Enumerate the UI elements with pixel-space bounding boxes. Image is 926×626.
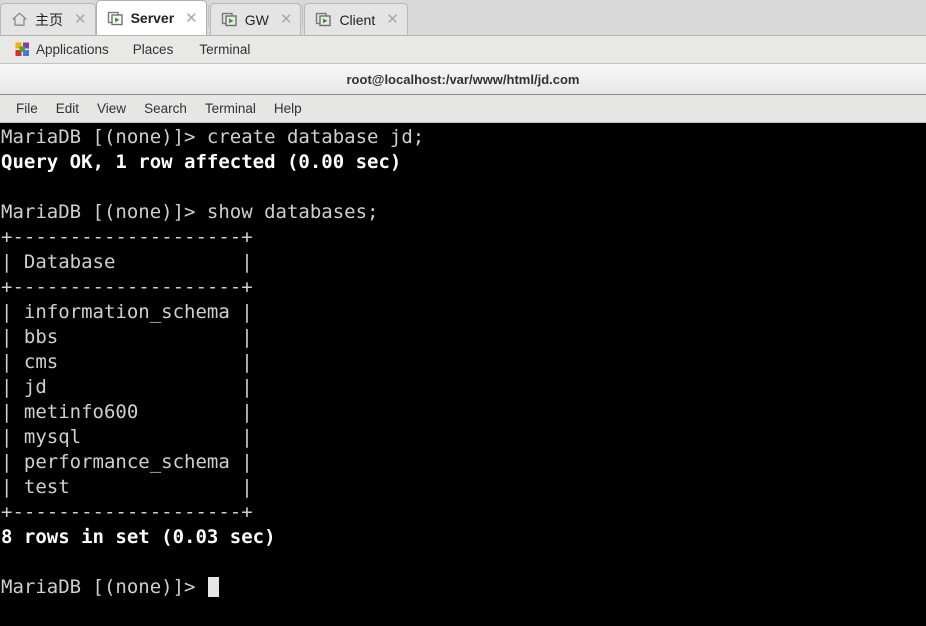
tab-server[interactable]: Server ✕	[95, 0, 207, 35]
menu-edit[interactable]: Edit	[47, 95, 88, 122]
terminal-line: | information_schema |	[1, 301, 253, 323]
terminal-window: root@localhost:/var/www/html/jd.com File…	[0, 64, 926, 626]
terminal-cursor	[207, 577, 219, 597]
tab-label: Server	[130, 10, 175, 26]
window-play-icon	[107, 10, 124, 27]
terminal-titlebar: root@localhost:/var/www/html/jd.com	[0, 64, 926, 95]
terminal-line: | performance_schema |	[1, 451, 253, 473]
close-icon[interactable]: ✕	[185, 10, 198, 26]
menu-search[interactable]: Search	[135, 95, 196, 122]
menu-label: Applications	[36, 42, 109, 57]
terminal-line: | metinfo600 |	[1, 401, 253, 423]
tab-label: GW	[244, 11, 269, 28]
applications-puzzle-icon	[15, 42, 30, 57]
menu-terminal[interactable]: Terminal	[186, 36, 263, 63]
terminal-line: MariaDB [(none)]>	[1, 575, 926, 600]
menu-help[interactable]: Help	[265, 95, 311, 122]
terminal-line: MariaDB [(none)]> create database jd;	[1, 126, 425, 148]
terminal-menubar: File Edit View Search Terminal Help	[0, 95, 926, 123]
menu-terminal[interactable]: Terminal	[196, 95, 265, 122]
terminal-line: | cms |	[1, 351, 253, 373]
home-icon	[11, 11, 28, 28]
tab-home[interactable]: 主页 ✕	[0, 3, 96, 35]
tab-client[interactable]: Client ✕	[304, 3, 408, 35]
terminal-line: 8 rows in set (0.03 sec)	[1, 526, 276, 548]
terminal-line: | test |	[1, 476, 253, 498]
close-icon[interactable]: ✕	[280, 12, 293, 27]
terminal-line: | Database |	[1, 251, 253, 273]
gnome-top-panel: Applications Places Terminal	[0, 36, 926, 64]
menu-places[interactable]: Places	[120, 36, 187, 63]
terminal-output-area[interactable]: MariaDB [(none)]> create database jd; Que…	[0, 123, 926, 626]
terminal-line: +--------------------+	[1, 276, 253, 298]
terminal-text: MariaDB [(none)]> create database jd; Que…	[0, 125, 926, 600]
tab-divider	[302, 4, 304, 27]
menu-label: Terminal	[199, 42, 251, 57]
menu-label: Places	[132, 42, 174, 57]
terminal-line: | mysql |	[1, 426, 253, 448]
tab-label: 主页	[35, 11, 63, 28]
menu-view[interactable]: View	[88, 95, 135, 122]
close-icon[interactable]: ✕	[74, 12, 87, 27]
terminal-line: +--------------------+	[1, 501, 253, 523]
window-play-icon	[315, 11, 332, 28]
window-play-icon	[221, 11, 238, 28]
terminal-line: Query OK, 1 row affected (0.00 sec)	[1, 151, 402, 173]
terminal-line: | bbs |	[1, 326, 253, 348]
terminal-line: +--------------------+	[1, 226, 253, 248]
terminal-line: MariaDB [(none)]> show databases;	[1, 201, 379, 223]
tab-strip-empty-area	[407, 0, 926, 35]
tab-gw[interactable]: GW ✕	[209, 3, 302, 35]
menu-file[interactable]: File	[7, 95, 47, 122]
browser-tab-strip: 主页 ✕ Server ✕ GW ✕ Client ✕	[0, 0, 926, 36]
menu-applications[interactable]: Applications	[9, 36, 120, 63]
tab-label: Client	[339, 11, 376, 28]
window-title: root@localhost:/var/www/html/jd.com	[346, 71, 580, 87]
terminal-line: | jd |	[1, 376, 253, 398]
tab-divider	[207, 4, 209, 27]
close-icon[interactable]: ✕	[386, 12, 399, 27]
